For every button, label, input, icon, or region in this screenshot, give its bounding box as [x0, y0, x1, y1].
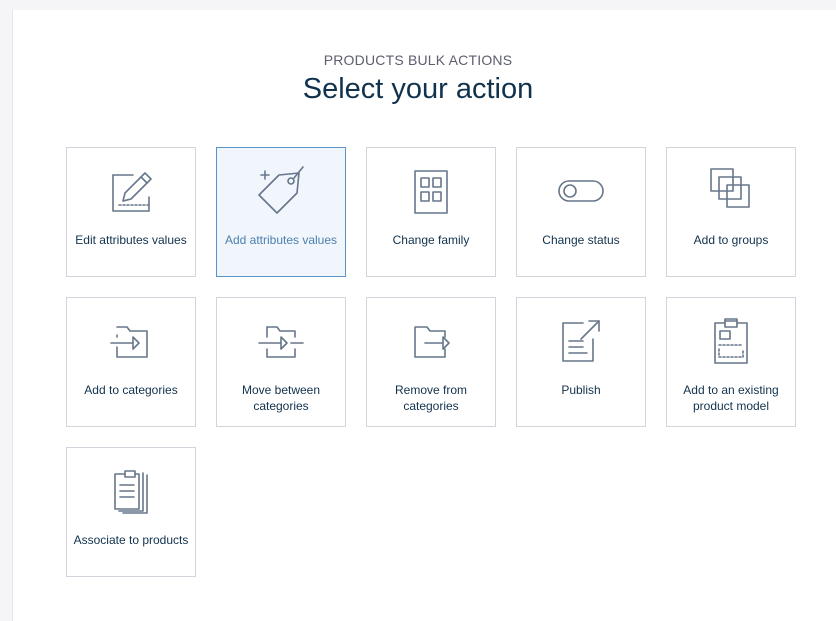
action-change-status[interactable]: Change status — [516, 147, 646, 277]
action-label: Publish — [561, 383, 601, 397]
tag-plus-icon — [253, 163, 309, 219]
action-add-to-product-model[interactable]: Add to an existing product model — [666, 297, 796, 427]
action-move-between-categories[interactable]: Move between categories — [216, 297, 346, 427]
groups-icon — [703, 163, 759, 219]
action-label: Add attributes values — [224, 233, 338, 247]
clipboard-model-icon — [703, 313, 759, 369]
action-label: Add to categories — [84, 383, 178, 397]
action-label: Edit attributes values — [75, 233, 187, 247]
action-label: Add to groups — [693, 233, 769, 247]
associate-documents-icon — [103, 463, 159, 519]
action-label: Add to an existing product model — [683, 383, 779, 413]
folder-remove-icon — [403, 313, 459, 369]
page-subtitle: PRODUCTS BULK ACTIONS — [323, 52, 513, 68]
actions-grid: Edit attributes values Add attributes va… — [66, 147, 796, 577]
action-label: Change family — [392, 233, 470, 247]
toggle-icon — [553, 163, 609, 219]
action-associate-to-products[interactable]: Associate to products — [66, 447, 196, 577]
folder-add-icon — [103, 313, 159, 369]
action-label: Remove from categories — [394, 383, 468, 413]
page-title: Select your action — [302, 73, 534, 105]
family-grid-icon — [403, 163, 459, 219]
action-change-family[interactable]: Change family — [366, 147, 496, 277]
action-add-to-categories[interactable]: Add to categories — [66, 297, 196, 427]
action-add-attributes-values[interactable]: Add attributes values — [216, 147, 346, 277]
top-strip — [0, 0, 836, 10]
action-edit-attributes-values[interactable]: Edit attributes values — [66, 147, 196, 277]
folder-move-icon — [253, 313, 309, 369]
action-label: Change status — [542, 233, 620, 247]
action-add-to-groups[interactable]: Add to groups — [666, 147, 796, 277]
action-remove-from-categories[interactable]: Remove from categories — [366, 297, 496, 427]
action-label: Associate to products — [73, 533, 189, 547]
publish-icon — [553, 313, 609, 369]
action-label: Move between categories — [241, 383, 321, 413]
edit-attributes-icon — [103, 163, 159, 219]
action-publish[interactable]: Publish — [516, 297, 646, 427]
